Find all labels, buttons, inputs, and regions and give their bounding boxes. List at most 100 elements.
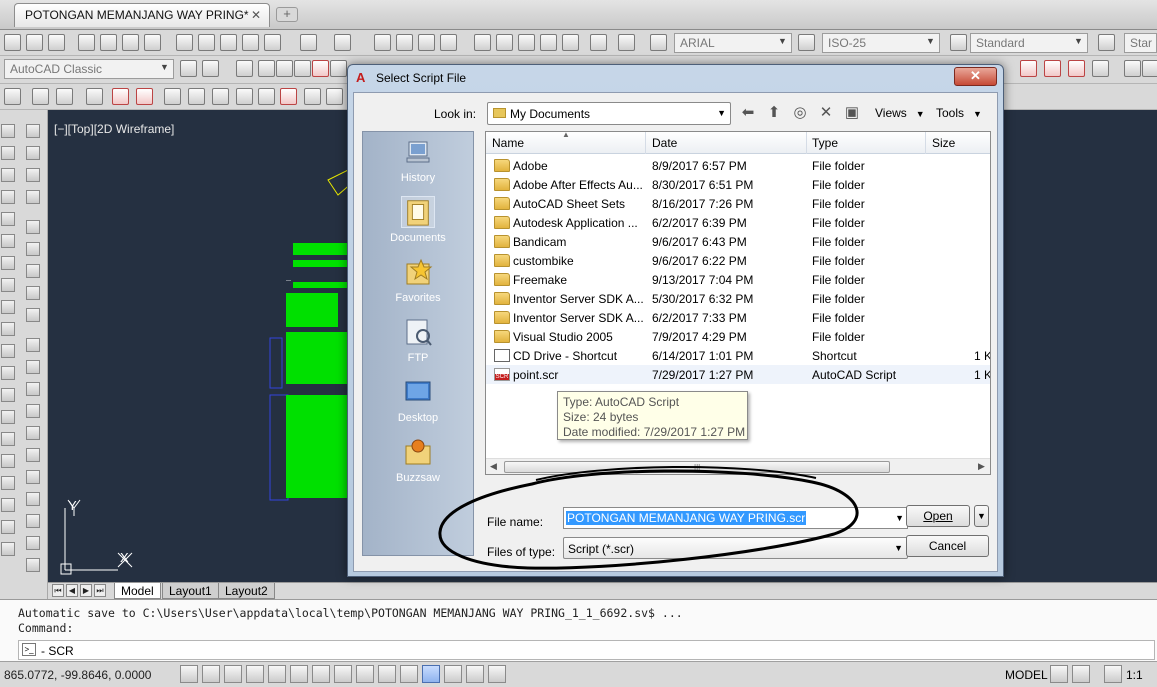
customize-icon[interactable] (202, 60, 219, 77)
snap-tracking-icon[interactable] (334, 665, 352, 683)
cut-icon[interactable] (176, 34, 193, 51)
circle-icon[interactable] (1, 256, 15, 270)
place-documents[interactable]: Documents (363, 192, 473, 252)
print-icon[interactable] (78, 34, 95, 51)
ucs-icon[interactable] (1124, 60, 1141, 77)
arc-icon[interactable] (1, 234, 15, 248)
coordinate-readout[interactable]: 865.0772, -99.8646, 0.0000 (4, 668, 151, 682)
up-folder-icon[interactable]: ⬆ (764, 103, 784, 123)
text-style-combo[interactable]: ARIAL ▼ (674, 33, 792, 53)
bush-tree-icon[interactable] (26, 492, 40, 506)
infer-constraints-icon[interactable] (180, 665, 198, 683)
layer-color-icon[interactable] (312, 60, 329, 77)
spline-icon[interactable] (1, 300, 15, 314)
file-row[interactable]: AutoCAD Sheet Sets 8/16/2017 7:26 PM Fil… (486, 194, 990, 213)
pan-icon[interactable] (374, 34, 391, 51)
model-space-toggle[interactable]: MODEL (1005, 668, 1048, 682)
gradient-icon[interactable] (1, 454, 15, 468)
place-ftp[interactable]: FTP (363, 312, 473, 372)
last-layout-icon[interactable]: ⏭ (94, 584, 106, 597)
layer-combo-icon[interactable] (330, 60, 347, 77)
grid-display-icon[interactable] (224, 665, 242, 683)
cancel-button[interactable]: Cancel (906, 535, 989, 557)
place-history[interactable]: History (363, 132, 473, 192)
polyline-icon[interactable] (1, 168, 15, 182)
column-date[interactable]: Date (652, 136, 677, 150)
next-layout-icon[interactable]: ▶ (80, 584, 92, 597)
construction-line-icon[interactable] (1, 146, 15, 160)
annotation-scale[interactable]: 1:1 (1126, 668, 1143, 682)
command-input[interactable]: >_ - SCR (18, 640, 1155, 660)
tools-menu[interactable]: Tools ▼ (936, 106, 982, 120)
multileader-style-combo[interactable]: Star (1124, 33, 1157, 53)
cl-symbol-icon[interactable] (26, 146, 40, 160)
chevron-down-icon[interactable]: ▼ (895, 513, 904, 523)
table-icon[interactable] (1, 498, 15, 512)
column-name[interactable]: Name (492, 136, 524, 150)
file-row[interactable]: Adobe After Effects Au... 8/30/2017 6:51… (486, 175, 990, 194)
rectangle-icon[interactable] (1, 212, 15, 226)
zoom-realtime-icon[interactable] (396, 34, 413, 51)
file-row[interactable]: Visual Studio 2005 7/9/2017 4:29 PM File… (486, 327, 990, 346)
valve-symbol-icon[interactable] (26, 338, 40, 352)
scroll-left-icon[interactable]: ◀ (490, 461, 497, 472)
zoom-previous-icon[interactable] (440, 34, 457, 51)
dim-style-combo[interactable]: ISO-25 ▼ (822, 33, 940, 53)
back-icon[interactable]: ⬅ (738, 103, 758, 123)
plot-icon[interactable] (122, 34, 139, 51)
hill-symbol-icon[interactable] (26, 448, 40, 462)
design-center-icon[interactable] (496, 34, 513, 51)
tree-symbol-icon[interactable] (26, 124, 40, 138)
undo-icon[interactable] (300, 34, 317, 51)
column-divider[interactable] (645, 132, 646, 154)
column-divider[interactable] (925, 132, 926, 154)
search-web-icon[interactable]: ◎ (790, 103, 810, 123)
redo-icon[interactable] (334, 34, 351, 51)
ellipse-arc-icon[interactable] (1, 344, 15, 358)
quickcalc-icon[interactable] (590, 34, 607, 51)
delete-icon[interactable]: ✕ (816, 103, 836, 123)
snap-mode-icon[interactable] (202, 665, 220, 683)
add-selected-icon[interactable] (1, 542, 15, 556)
pine-tree-icon[interactable] (26, 558, 40, 572)
lineweight-icon[interactable] (1020, 60, 1037, 77)
ditch-symbol-icon[interactable] (26, 404, 40, 418)
open-options-button[interactable]: ▼ (974, 505, 989, 527)
selection-cycling-icon[interactable] (466, 665, 484, 683)
bridge-symbol-icon[interactable] (26, 382, 40, 396)
layer-freeze-icon[interactable] (276, 60, 293, 77)
en-alt-icon[interactable] (236, 88, 253, 105)
file-list[interactable]: Name ▲ Date Type Size Adobe 8/9/2017 6:5… (485, 131, 991, 475)
file-row[interactable]: Inventor Server SDK A... 6/2/2017 7:33 P… (486, 308, 990, 327)
polar-tracking-icon[interactable] (268, 665, 286, 683)
file-row[interactable]: Inventor Server SDK A... 5/30/2017 6:32 … (486, 289, 990, 308)
document-tab[interactable]: POTONGAN MEMANJANG WAY PRING* ✕ (14, 3, 270, 27)
scrollbar-thumb[interactable]: ||| (504, 461, 890, 473)
grass-symbol-icon[interactable] (26, 514, 40, 528)
postfix-icon[interactable] (136, 88, 153, 105)
place-buzzsaw[interactable]: Buzzsaw (363, 432, 473, 492)
preview-icon[interactable] (100, 34, 117, 51)
lineweight-toggle-icon[interactable] (400, 665, 418, 683)
polygon-icon[interactable] (1, 190, 15, 204)
marker-symbol-icon[interactable] (26, 264, 40, 278)
region-icon[interactable] (1, 476, 15, 490)
flag-green-icon[interactable] (26, 426, 40, 440)
workspace-settings-icon[interactable] (180, 60, 197, 77)
linear-dim-icon[interactable] (32, 88, 49, 105)
annotation-scale-icon[interactable] (1104, 665, 1122, 683)
column-divider[interactable] (806, 132, 807, 154)
flag-symbol-icon[interactable] (26, 168, 40, 182)
file-row[interactable]: CD Drive - Shortcut 6/14/2017 1:01 PM Sh… (486, 346, 990, 365)
copy-icon[interactable] (198, 34, 215, 51)
zoom-window-icon[interactable] (418, 34, 435, 51)
quick-properties-icon[interactable] (444, 665, 462, 683)
tab-model[interactable]: Model (114, 583, 161, 599)
pile-symbol-icon[interactable] (26, 190, 40, 204)
3d-object-snap-icon[interactable] (312, 665, 330, 683)
file-row[interactable]: Autodesk Application ... 6/2/2017 6:39 P… (486, 213, 990, 232)
open-button[interactable]: Open (906, 505, 970, 527)
file-name-input[interactable]: POTONGAN MEMANJANG WAY PRING.scr ▼ (563, 507, 908, 529)
dynamic-ucs-icon[interactable] (356, 665, 374, 683)
file-row[interactable]: Bandicam 9/6/2017 6:43 PM File folder (486, 232, 990, 251)
